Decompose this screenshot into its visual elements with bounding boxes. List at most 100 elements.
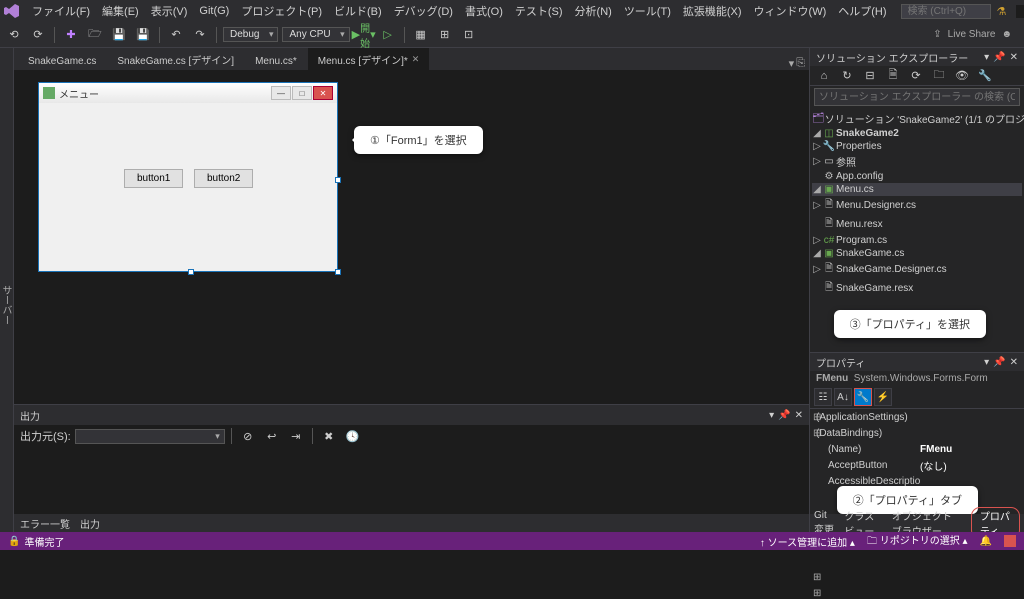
search-input[interactable] xyxy=(901,4,991,19)
sln-collapse-icon[interactable]: ⊟ xyxy=(860,66,880,86)
sln-sync-icon[interactable]: ↻ xyxy=(837,66,857,86)
prop-alpha-icon[interactable]: A↓ xyxy=(834,388,852,406)
callout-3: ③「プロパティ」を選択 xyxy=(834,310,986,338)
prop-close-icon[interactable]: ✕ xyxy=(1010,357,1018,368)
liveshare-label[interactable]: Live Share xyxy=(948,29,996,40)
git-changes-tab[interactable]: Git 変更 xyxy=(814,510,836,532)
start-nodebug-icon[interactable]: ▷ xyxy=(378,25,398,45)
sln-home-icon[interactable]: ⌂ xyxy=(814,66,834,86)
open-icon[interactable]: 🗁 xyxy=(85,25,105,45)
align-icon[interactable]: ⊞ xyxy=(435,25,455,45)
output-from-label: 出力元(S): xyxy=(20,428,71,444)
menu-edit[interactable]: 編集(E) xyxy=(96,1,145,21)
callout-1: ①「Form1」を選択 xyxy=(354,126,483,154)
output-tab[interactable]: 出力 xyxy=(80,516,100,531)
prop-categorized-icon[interactable]: ☷ xyxy=(814,388,832,406)
menu-analyze[interactable]: 分析(N) xyxy=(569,1,618,21)
menu-view[interactable]: 表示(V) xyxy=(145,1,194,21)
class-view-tab[interactable]: クラス ビュー xyxy=(844,508,883,532)
menu-debug[interactable]: デバッグ(D) xyxy=(388,1,459,21)
feedback-icon[interactable]: ☻ xyxy=(1001,29,1012,40)
form-maximize-icon: □ xyxy=(292,86,312,100)
start-debug-button[interactable]: ▶ 開始 ▾ xyxy=(354,25,374,45)
tab-snakegame-cs[interactable]: SnakeGame.cs xyxy=(18,52,106,70)
menu-git[interactable]: Git(G) xyxy=(193,3,235,19)
sln-wrench-icon[interactable]: 🔧 xyxy=(975,66,995,86)
new-item-icon[interactable]: ✚ xyxy=(61,25,81,45)
nav-fwd-icon[interactable]: ⟳ xyxy=(28,25,48,45)
close-tab-icon[interactable]: ✕ xyxy=(412,54,420,65)
output-clear-icon[interactable]: ⊘ xyxy=(238,426,258,446)
sln-refresh-icon[interactable]: ⟳ xyxy=(906,66,926,86)
save-all-icon[interactable]: 💾 xyxy=(133,25,153,45)
property-row[interactable]: ⊞(ApplicationSettings) xyxy=(810,409,1024,425)
tab-menu-cs[interactable]: Menu.cs* xyxy=(245,52,307,70)
form-designer-surface[interactable]: メニュー — □ ✕ button1 button2 ①「Form1」を選択 xyxy=(14,70,809,404)
status-error-indicator[interactable] xyxy=(1004,535,1016,547)
button2[interactable]: button2 xyxy=(194,169,253,188)
tabs-pin-icon[interactable]: ⎘ xyxy=(796,57,805,70)
property-row[interactable]: ⊞(DataBindings) xyxy=(810,425,1024,441)
output-title: 出力 xyxy=(20,408,40,423)
redo-icon[interactable]: ↷ xyxy=(190,25,210,45)
save-icon[interactable]: 💾 xyxy=(109,25,129,45)
prop-events-icon[interactable]: ⚡ xyxy=(874,388,892,406)
sln-preview-icon[interactable]: 👁 xyxy=(952,66,972,86)
button1[interactable]: button1 xyxy=(124,169,183,188)
menu-format[interactable]: 書式(O) xyxy=(459,1,509,21)
menu-window[interactable]: ウィンドウ(W) xyxy=(748,1,833,21)
property-row[interactable]: AccessibleDescription xyxy=(810,473,1024,486)
output-source-combo[interactable] xyxy=(75,429,225,444)
panel-pin-icon[interactable]: 📌 xyxy=(993,52,1005,63)
property-row[interactable]: (Name)FMenu xyxy=(810,441,1024,457)
menu-extensions[interactable]: 拡張機能(X) xyxy=(677,1,748,21)
undo-icon[interactable]: ↶ xyxy=(166,25,186,45)
solution-tree[interactable]: 🗂ソリューション 'SnakeGame2' (1/1 のプロジェクト) ◢◫Sn… xyxy=(810,108,1024,304)
prop-dropdown-icon[interactable]: ▾ xyxy=(984,357,989,368)
output-pin-icon[interactable]: ▾ xyxy=(769,410,774,421)
output-clock-icon[interactable]: 🕓 xyxy=(343,426,363,446)
status-notification-icon[interactable]: 🔔 xyxy=(980,536,992,547)
tabs-dropdown-icon[interactable]: ▾ xyxy=(789,57,795,70)
status-lock-icon: 🔒 xyxy=(8,536,20,547)
panel-dropdown-icon[interactable]: ▾ xyxy=(984,52,989,63)
tab-menu-design[interactable]: Menu.cs [デザイン]*✕ xyxy=(308,48,430,70)
config-combo[interactable]: Debug xyxy=(223,27,278,42)
output-stop-icon[interactable]: ✖ xyxy=(319,426,339,446)
menu-help[interactable]: ヘルプ(H) xyxy=(832,1,892,21)
output-auto-icon[interactable]: 📌 xyxy=(778,410,790,421)
form-close-icon: ✕ xyxy=(313,86,333,100)
property-row[interactable]: AcceptButton(なし) xyxy=(810,457,1024,473)
menu-project[interactable]: プロジェクト(P) xyxy=(235,1,328,21)
server-explorer-tab[interactable]: サーバー xyxy=(0,285,13,325)
grid-icon-2[interactable]: ⊡ xyxy=(459,25,479,45)
errorlist-tab[interactable]: エラー一覧 xyxy=(20,516,70,531)
sln-showfiles-icon[interactable]: 🗎 xyxy=(883,66,903,86)
form-window[interactable]: メニュー — □ ✕ button1 button2 xyxy=(38,82,338,272)
vs-logo xyxy=(4,2,20,20)
prop-pin-icon[interactable]: 📌 xyxy=(993,357,1005,368)
properties-tab[interactable]: プロパティ xyxy=(971,507,1020,532)
tab-snakegame-design[interactable]: SnakeGame.cs [デザイン] xyxy=(107,48,244,70)
object-browser-tab[interactable]: オブジェクト ブラウザー xyxy=(892,508,963,532)
output-goto-icon[interactable]: ⇥ xyxy=(286,426,306,446)
solution-search-input[interactable] xyxy=(814,88,1020,106)
platform-combo[interactable]: Any CPU xyxy=(282,27,349,42)
liveshare-icon[interactable]: ⇪ xyxy=(933,29,941,40)
menu-tools[interactable]: ツール(T) xyxy=(618,1,677,21)
prop-properties-icon[interactable]: 🔧 xyxy=(854,388,872,406)
grid-icon-1[interactable]: ▦ xyxy=(411,25,431,45)
properties-panel: プロパティ ▾📌✕ FMenu System.Windows.Forms.For… xyxy=(810,352,1024,532)
status-source-control[interactable]: ↑ ソース管理に追加 ▴ xyxy=(760,534,855,549)
status-bar: 🔒 準備完了 ↑ ソース管理に追加 ▴ 🗀 リポジトリの選択 ▴ 🔔 xyxy=(0,532,1024,550)
left-tool-gutter[interactable]: サーバー ツール xyxy=(0,48,14,532)
output-wrap-icon[interactable]: ↩ xyxy=(262,426,282,446)
nav-back-icon[interactable]: ⟲ xyxy=(4,25,24,45)
menu-file[interactable]: ファイル(F) xyxy=(26,1,96,21)
menu-build[interactable]: ビルド(B) xyxy=(328,1,388,21)
output-close-icon[interactable]: ✕ xyxy=(795,410,803,421)
panel-close-icon[interactable]: ✕ xyxy=(1010,52,1018,63)
menu-test[interactable]: テスト(S) xyxy=(509,1,569,21)
sln-props-icon[interactable]: 🗀 xyxy=(929,66,949,86)
status-repo-select[interactable]: 🗀 リポジトリの選択 ▴ xyxy=(867,532,968,551)
